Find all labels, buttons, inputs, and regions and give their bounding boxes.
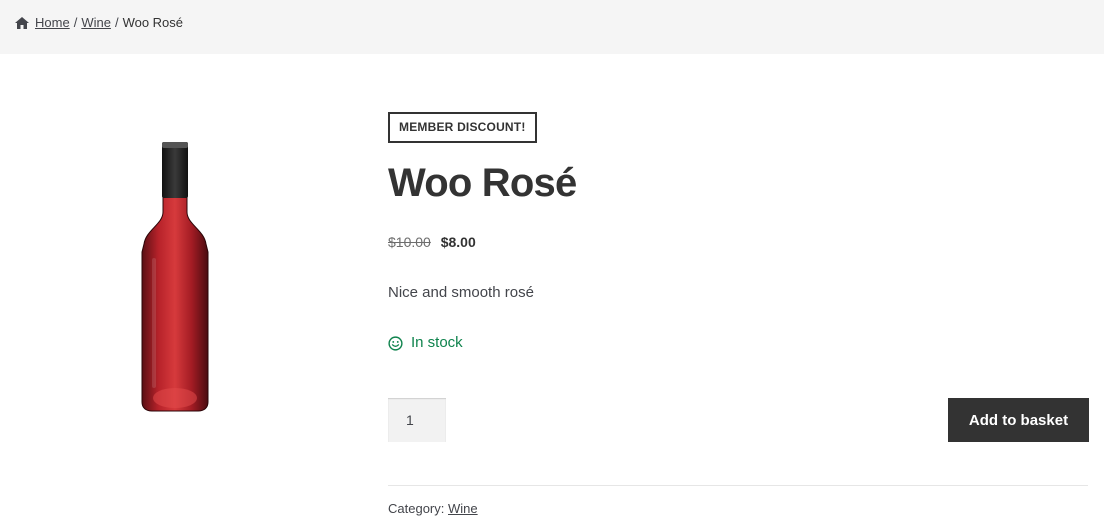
add-to-basket-button[interactable]: Add to basket bbox=[948, 398, 1089, 442]
stock-status: In stock bbox=[388, 334, 463, 352]
breadcrumb-home-link[interactable]: Home bbox=[35, 15, 70, 31]
sale-price: $8.00 bbox=[440, 234, 476, 250]
breadcrumb-bar: Home / Wine / Woo Rosé bbox=[0, 0, 1104, 54]
product-description: Nice and smooth rosé bbox=[388, 284, 534, 301]
category-prefix: Category: bbox=[388, 501, 445, 516]
product-price: $10.00 $8.00 bbox=[388, 233, 476, 251]
product-meta: Category: Wine bbox=[388, 501, 478, 517]
breadcrumb-wine-link[interactable]: Wine bbox=[81, 15, 111, 31]
product-title: Woo Rosé bbox=[388, 161, 577, 205]
category-wine-link[interactable]: Wine bbox=[448, 501, 478, 516]
member-discount-badge: MEMBER DISCOUNT! bbox=[388, 112, 537, 143]
breadcrumb-current: Woo Rosé bbox=[122, 15, 184, 30]
product-image[interactable] bbox=[138, 140, 212, 413]
breadcrumb: Home / Wine / Woo Rosé bbox=[15, 15, 183, 31]
quantity-input[interactable] bbox=[388, 398, 446, 442]
divider bbox=[388, 485, 1088, 486]
breadcrumb-separator: / bbox=[73, 15, 78, 30]
original-price: $10.00 bbox=[388, 234, 431, 250]
breadcrumb-separator: / bbox=[114, 15, 119, 30]
home-icon bbox=[15, 17, 29, 29]
stock-label: In stock bbox=[411, 334, 463, 351]
smile-icon bbox=[388, 335, 403, 351]
